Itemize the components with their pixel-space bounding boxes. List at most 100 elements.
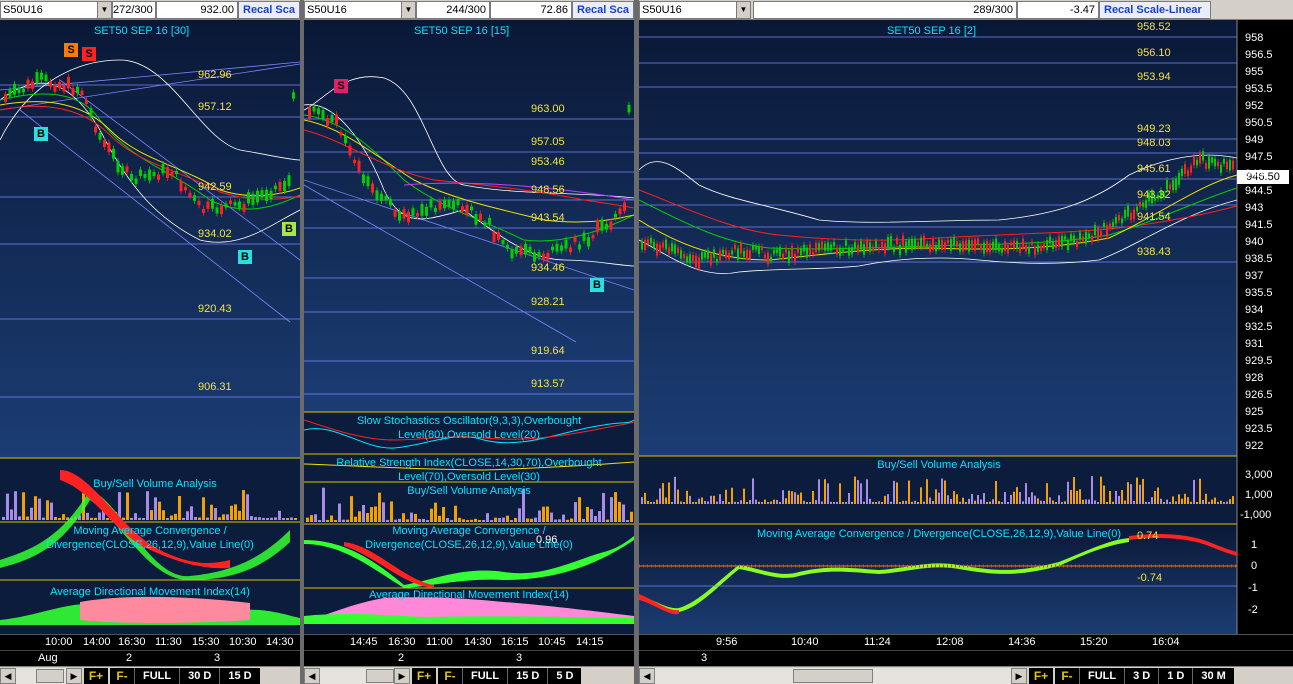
volume-bar <box>554 519 557 522</box>
candle-body <box>492 232 496 242</box>
scroll-right-icon[interactable]: ▶ <box>394 667 410 684</box>
candle-body <box>1232 160 1234 170</box>
candle-body <box>474 214 478 225</box>
chevron-down-icon[interactable]: ▼ <box>97 1 111 18</box>
chart-canvas[interactable]: SET50 SEP 16 [15] 963.00 957.05 953.46 9… <box>304 20 634 634</box>
time-tick: 16:30 <box>118 636 146 648</box>
sell-signal-marker[interactable]: S <box>64 43 78 57</box>
volume-bar <box>246 494 249 520</box>
horizontal-scrollbar[interactable] <box>16 667 66 684</box>
sell-signal-marker[interactable]: S <box>82 47 96 61</box>
chevron-down-icon[interactable]: ▼ <box>401 1 415 18</box>
range-1d-button[interactable]: 1 D <box>1158 667 1193 684</box>
candle-body <box>1040 245 1042 251</box>
volume-bar <box>474 518 477 522</box>
range-full-button[interactable]: FULL <box>1079 667 1125 684</box>
range-full-button[interactable]: FULL <box>134 667 180 684</box>
chart-canvas[interactable]: SET50 SEP 16 [2] 958.52 956.10 953.94 94… <box>639 20 1293 634</box>
price-axis-tick: 949 <box>1245 134 1264 146</box>
volume-bar <box>54 517 57 520</box>
volume-bar <box>929 497 931 504</box>
range-15d-button[interactable]: 15 D <box>507 667 548 684</box>
volume-bar <box>202 497 205 520</box>
range-5d-button[interactable]: 5 D <box>547 667 582 684</box>
chart-title: SET50 SEP 16 [15] <box>414 25 510 37</box>
candle-body <box>188 192 192 197</box>
price-axis-tick: 940 <box>1245 236 1264 248</box>
horizontal-scrollbar[interactable] <box>655 667 1011 684</box>
symbol-select[interactable]: S50U16 ▼ <box>304 0 416 19</box>
zoom-out-button[interactable]: F- <box>438 667 462 684</box>
candle-body <box>893 247 895 252</box>
zoom-in-button[interactable]: F+ <box>1029 667 1053 684</box>
range-3d-button[interactable]: 3 D <box>1124 667 1159 684</box>
scroll-right-icon[interactable]: ▶ <box>1011 667 1027 684</box>
candle-body <box>53 84 57 92</box>
level-label: 934.02 <box>198 228 232 240</box>
chevron-down-icon[interactable]: ▼ <box>736 1 750 18</box>
candle-body <box>800 248 802 256</box>
scroll-thumb[interactable] <box>36 668 64 683</box>
candle-body <box>1085 231 1087 244</box>
range-15d-button[interactable]: 15 D <box>219 667 260 684</box>
sell-signal-marker[interactable]: S <box>334 79 348 93</box>
volume-bar <box>1223 501 1225 504</box>
chart-pane-2min: S50U16 ▼ 289/300 -3.47 Recal Scale-Linea… <box>639 0 1293 684</box>
candle-body <box>1178 172 1180 185</box>
candle-body <box>483 222 487 227</box>
scroll-thumb[interactable] <box>366 668 394 683</box>
zoom-in-button[interactable]: F+ <box>84 667 108 684</box>
volume-bar <box>791 491 793 504</box>
scroll-thumb[interactable] <box>793 668 873 683</box>
pane-toolbar: S50U16 ▼ 272/300 932.00 Recal Sca <box>0 0 300 20</box>
volume-bar <box>346 519 349 522</box>
volume-bar <box>899 501 901 504</box>
zoom-out-button[interactable]: F- <box>1055 667 1079 684</box>
scroll-left-icon[interactable]: ◀ <box>0 667 16 684</box>
volume-bar <box>370 507 373 522</box>
candle-body <box>506 245 509 249</box>
scroll-left-icon[interactable]: ◀ <box>639 667 655 684</box>
candle-body <box>656 243 658 256</box>
volume-bar <box>1151 497 1153 504</box>
candle-body <box>274 185 277 190</box>
scroll-right-icon[interactable]: ▶ <box>66 667 82 684</box>
price-axis-tick: 952 <box>1245 100 1264 112</box>
range-30d-button[interactable]: 30 D <box>179 667 220 684</box>
buy-signal-marker[interactable]: B <box>34 127 48 141</box>
candle-body <box>1034 247 1036 256</box>
level-label: 913.57 <box>531 378 565 390</box>
scroll-left-icon[interactable]: ◀ <box>304 667 320 684</box>
buy-signal-marker[interactable]: B <box>590 278 604 292</box>
horizontal-scrollbar[interactable] <box>320 667 394 684</box>
volume-bar <box>410 512 413 522</box>
candle-body <box>609 221 613 230</box>
range-full-button[interactable]: FULL <box>462 667 508 684</box>
range-30m-button[interactable]: 30 M <box>1192 667 1234 684</box>
buy-signal-marker[interactable]: B <box>282 222 296 236</box>
candle-body <box>905 241 907 253</box>
symbol-select[interactable]: S50U16 ▼ <box>639 0 751 19</box>
recal-scale-button[interactable]: Recal Scale-Linear <box>1099 0 1211 19</box>
volume-bar <box>586 506 589 522</box>
recal-scale-button[interactable]: Recal Sca <box>238 0 300 19</box>
volume-bar <box>1055 501 1057 504</box>
zoom-out-button[interactable]: F- <box>110 667 134 684</box>
volume-bar <box>677 489 679 504</box>
chart-canvas[interactable]: SET50 SEP 16 [30] 962.96 957.12 942.59 9… <box>0 20 300 634</box>
volume-bar <box>470 519 473 522</box>
volume-bar <box>570 518 573 522</box>
candle-body <box>283 180 286 192</box>
volume-bar <box>406 519 409 522</box>
buy-signal-marker[interactable]: B <box>238 250 252 264</box>
candle-body <box>62 85 66 92</box>
symbol-select[interactable]: S50U16 ▼ <box>0 0 112 19</box>
volume-bar <box>294 517 297 520</box>
recal-scale-button[interactable]: Recal Sca <box>572 0 634 19</box>
time-tick: 16:15 <box>501 636 529 648</box>
volume-bar <box>872 501 874 504</box>
volume-bar <box>1232 496 1234 504</box>
volume-bar <box>956 494 958 504</box>
price-axis-tick: 934 <box>1245 304 1264 316</box>
zoom-in-button[interactable]: F+ <box>412 667 436 684</box>
